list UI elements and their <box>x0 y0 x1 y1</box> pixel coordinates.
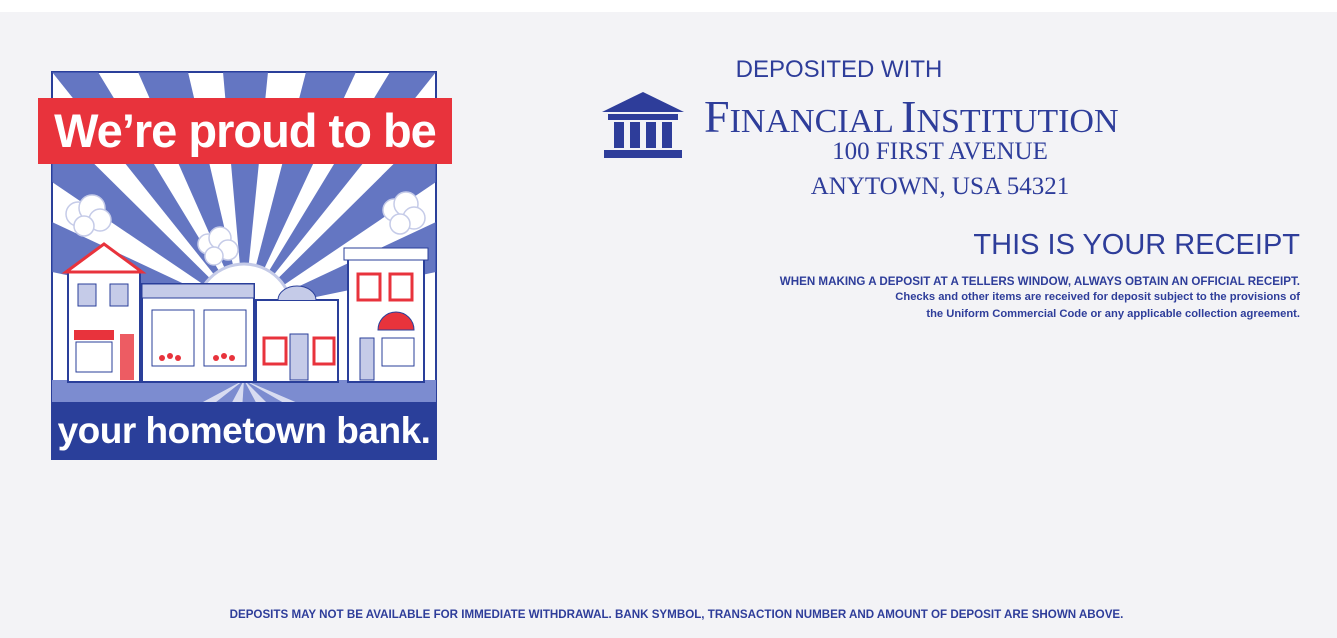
hometown-bank-logo: We’re proud to be your hometown bank. <box>38 62 452 460</box>
notice-main-line: WHEN MAKING A DEPOSIT AT A TELLERS WINDO… <box>779 275 1300 288</box>
deposit-receipt: We’re proud to be your hometown bank. DE… <box>0 12 1337 638</box>
institution-initial-2: I <box>901 91 917 142</box>
logo-slogan-top: We’re proud to be <box>38 98 452 164</box>
address-line-1: 100 FIRST AVENUE <box>832 138 1048 165</box>
institution-word-1: INANCIAL <box>729 103 902 140</box>
institution-initial-1: F <box>704 91 730 142</box>
institution-word-2: NSTITUTION <box>916 103 1119 140</box>
institution-name: FINANCIAL INSTITUTION <box>704 90 1119 143</box>
notice-line-3: the Uniform Commercial Code or any appli… <box>926 308 1300 320</box>
logo-slogan-bottom: your hometown bank. <box>52 402 436 460</box>
address-line-2: ANYTOWN, USA 54321 <box>810 173 1070 200</box>
notice-line-2: Checks and other items are received for … <box>895 291 1300 303</box>
receipt-title: THIS IS YOUR RECEIPT <box>973 229 1300 261</box>
deposited-with-label: DEPOSITED WITH <box>735 56 943 83</box>
receipt-notice: WHEN MAKING A DEPOSIT AT A TELLERS WINDO… <box>580 274 1300 323</box>
footer-disclaimer: DEPOSITS MAY NOT BE AVAILABLE FOR IMMEDI… <box>229 608 1124 621</box>
bank-building-icon <box>602 92 684 158</box>
